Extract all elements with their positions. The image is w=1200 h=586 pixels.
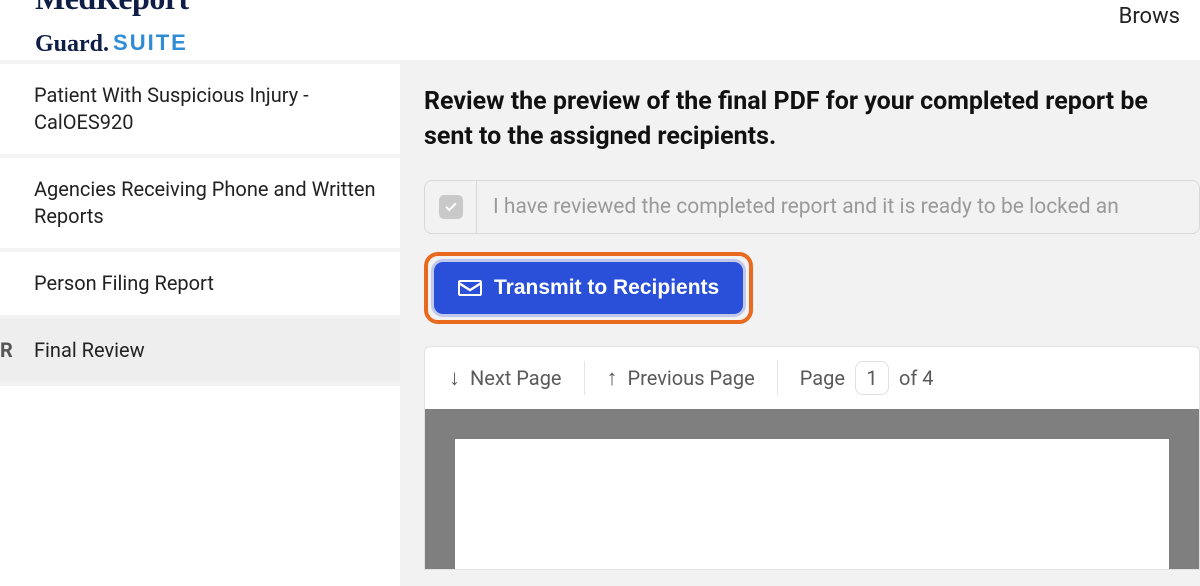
acknowledge-checkbox-wrap[interactable] xyxy=(425,181,477,233)
browse-link[interactable]: Brows xyxy=(1119,0,1180,29)
pdf-prev-page-button[interactable]: ↑ Previous Page xyxy=(591,355,771,401)
transmit-button-label: Transmit to Recipients xyxy=(494,276,719,300)
sidebar-item-label: Patient With Suspicious Injury - CalOES9… xyxy=(34,82,380,136)
pdf-page-paper xyxy=(455,439,1169,569)
sidebar-item-patient-injury[interactable]: Patient With Suspicious Injury - CalOES9… xyxy=(0,60,400,158)
pdf-current-page[interactable]: 1 xyxy=(855,361,889,395)
pdf-canvas[interactable] xyxy=(425,409,1199,569)
acknowledge-text: I have reviewed the completed report and… xyxy=(477,181,1199,233)
logo-suite: SUITE xyxy=(113,30,188,55)
check-icon xyxy=(443,199,459,215)
pdf-page-word: Page xyxy=(800,366,845,390)
pdf-page-indicator: Page 1 of 4 xyxy=(784,351,950,405)
app-body: Patient With Suspicious Injury - CalOES9… xyxy=(0,60,1200,586)
toolbar-separator xyxy=(584,361,585,395)
acknowledge-checkbox[interactable] xyxy=(439,195,463,219)
sidebar: Patient With Suspicious Injury - CalOES9… xyxy=(0,60,400,586)
sidebar-item-person-filing[interactable]: Person Filing Report xyxy=(0,252,400,319)
page-heading: Review the preview of the final PDF for … xyxy=(424,84,1200,154)
main-content: Review the preview of the final PDF for … xyxy=(400,60,1200,586)
transmit-button[interactable]: Transmit to Recipients xyxy=(434,262,743,314)
sidebar-item-marker: R xyxy=(0,337,18,364)
logo-line2: Guard. xyxy=(35,31,109,57)
app-header: MedReport Guard.SUITE Brows xyxy=(0,0,1200,60)
arrow-down-icon: ↓ xyxy=(449,365,460,391)
sidebar-item-final-review[interactable]: R Final Review xyxy=(0,319,400,386)
pdf-viewer: ↓ Next Page ↑ Previous Page Page 1 of 4 xyxy=(424,346,1200,570)
pdf-next-label: Next Page xyxy=(470,366,562,390)
sidebar-item-label: Final Review xyxy=(34,337,145,364)
logo-line1: MedReport xyxy=(35,0,189,14)
toolbar-separator xyxy=(777,361,778,395)
pdf-toolbar: ↓ Next Page ↑ Previous Page Page 1 of 4 xyxy=(425,347,1199,409)
arrow-up-icon: ↑ xyxy=(607,365,618,391)
acknowledge-row: I have reviewed the completed report and… xyxy=(424,180,1200,234)
sidebar-item-label: Person Filing Report xyxy=(34,270,214,297)
transmit-highlight: Transmit to Recipients xyxy=(424,252,753,324)
app-logo: MedReport Guard.SUITE xyxy=(35,0,189,56)
pdf-next-page-button[interactable]: ↓ Next Page xyxy=(433,355,578,401)
pdf-of-total: of 4 xyxy=(899,366,934,390)
sidebar-item-agencies[interactable]: Agencies Receiving Phone and Written Rep… xyxy=(0,158,400,252)
pdf-prev-label: Previous Page xyxy=(628,366,755,390)
envelope-icon xyxy=(458,278,482,298)
sidebar-item-label: Agencies Receiving Phone and Written Rep… xyxy=(34,176,380,230)
